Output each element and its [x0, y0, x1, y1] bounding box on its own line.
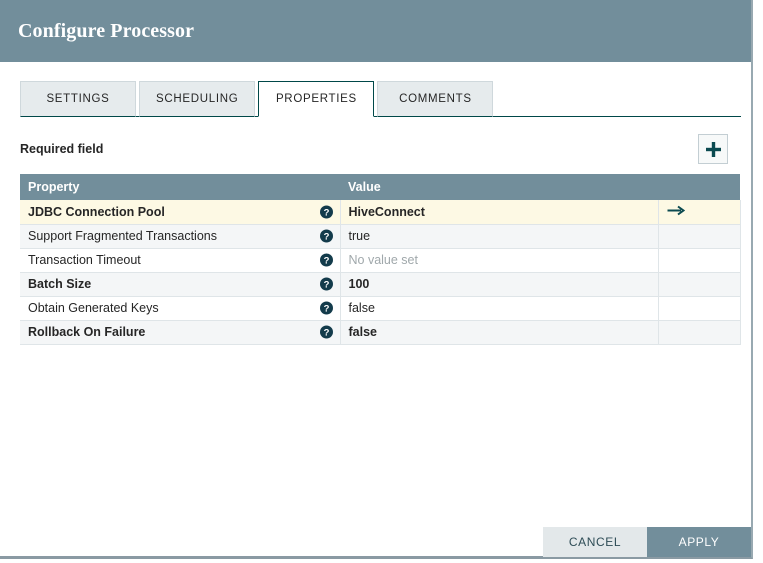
property-action-cell[interactable]: [658, 200, 741, 225]
properties-table: Property Value JDBC Connection Pool? Hive…: [20, 174, 741, 345]
property-name: Support Fragmented Transactions: [28, 229, 217, 243]
dialog-header: Configure Processor: [0, 0, 751, 62]
column-header-value: Value: [340, 174, 658, 200]
required-field-label: Required field: [20, 142, 104, 156]
svg-text:?: ?: [323, 231, 329, 242]
property-value-cell[interactable]: 100: [340, 272, 659, 297]
table-row[interactable]: Transaction Timeout? No value set: [20, 248, 741, 273]
cancel-button[interactable]: CANCEL: [543, 527, 647, 557]
table-row[interactable]: Obtain Generated Keys? false: [20, 296, 741, 321]
property-action-cell: [658, 272, 741, 297]
property-name: Obtain Generated Keys: [28, 301, 159, 315]
table-row[interactable]: JDBC Connection Pool? HiveConnect: [20, 200, 741, 225]
property-name: Batch Size: [28, 277, 92, 291]
help-icon[interactable]: ?: [319, 253, 333, 267]
help-icon[interactable]: ?: [319, 229, 333, 243]
property-value-cell[interactable]: false: [340, 296, 659, 321]
tab-comments[interactable]: COMMENTS: [377, 81, 494, 117]
required-field-bar: Required field: [20, 133, 731, 165]
tab-properties[interactable]: PROPERTIES: [258, 81, 375, 117]
property-name: Transaction Timeout: [28, 253, 141, 267]
svg-text:?: ?: [323, 327, 329, 338]
help-icon[interactable]: ?: [319, 277, 333, 291]
help-icon[interactable]: ?: [319, 325, 333, 339]
property-name-cell[interactable]: Batch Size?: [20, 272, 341, 297]
property-name-cell[interactable]: Rollback On Failure?: [20, 320, 341, 345]
table-row[interactable]: Rollback On Failure? false: [20, 320, 741, 345]
property-value-placeholder: No value set: [348, 253, 418, 267]
column-header-actions: [658, 174, 740, 200]
svg-text:?: ?: [323, 303, 329, 314]
tab-scheduling[interactable]: SCHEDULING: [139, 81, 256, 117]
add-property-button[interactable]: [698, 134, 728, 164]
svg-text:?: ?: [323, 279, 329, 290]
dialog-footer: CANCEL APPLY: [543, 527, 751, 557]
plus-icon: [705, 141, 722, 158]
help-icon[interactable]: ?: [319, 301, 333, 315]
property-name: JDBC Connection Pool: [28, 204, 165, 219]
help-icon[interactable]: ?: [319, 205, 333, 219]
property-value: HiveConnect: [348, 204, 425, 219]
property-value-cell[interactable]: true: [340, 224, 659, 249]
table-row[interactable]: Support Fragmented Transactions? true: [20, 224, 741, 249]
property-value: false: [348, 301, 375, 315]
property-name-cell[interactable]: JDBC Connection Pool?: [20, 200, 341, 225]
configure-processor-dialog: Configure Processor SETTINGS SCHEDULING PR…: [0, 0, 753, 559]
property-name-cell[interactable]: Transaction Timeout?: [20, 248, 341, 273]
property-name-cell[interactable]: Support Fragmented Transactions?: [20, 224, 341, 249]
tab-strip: SETTINGS SCHEDULING PROPERTIES COMMENTS: [0, 81, 751, 117]
table-row[interactable]: Batch Size? 100: [20, 272, 741, 297]
property-value: false: [348, 325, 378, 339]
property-value: true: [348, 229, 371, 243]
property-action-cell: [658, 296, 741, 321]
go-to-arrow-icon[interactable]: [667, 205, 685, 219]
column-header-property: Property: [20, 174, 340, 200]
property-action-cell: [658, 224, 741, 249]
property-value: 100: [348, 277, 370, 291]
property-value-cell[interactable]: false: [340, 320, 659, 345]
property-name: Rollback On Failure: [28, 325, 146, 339]
svg-text:?: ?: [323, 255, 329, 266]
property-action-cell: [658, 248, 741, 273]
dialog-body: Required field Property Value JDBC Conne: [0, 117, 751, 557]
property-value-cell[interactable]: No value set: [340, 248, 659, 273]
property-name-cell[interactable]: Obtain Generated Keys?: [20, 296, 341, 321]
tab-settings[interactable]: SETTINGS: [20, 81, 136, 117]
apply-button[interactable]: APPLY: [647, 527, 751, 557]
svg-text:?: ?: [323, 207, 329, 218]
property-action-cell: [658, 320, 741, 345]
property-value-cell[interactable]: HiveConnect: [340, 200, 659, 225]
page-title: Configure Processor: [18, 19, 195, 42]
table-header-row: Property Value: [20, 174, 740, 200]
